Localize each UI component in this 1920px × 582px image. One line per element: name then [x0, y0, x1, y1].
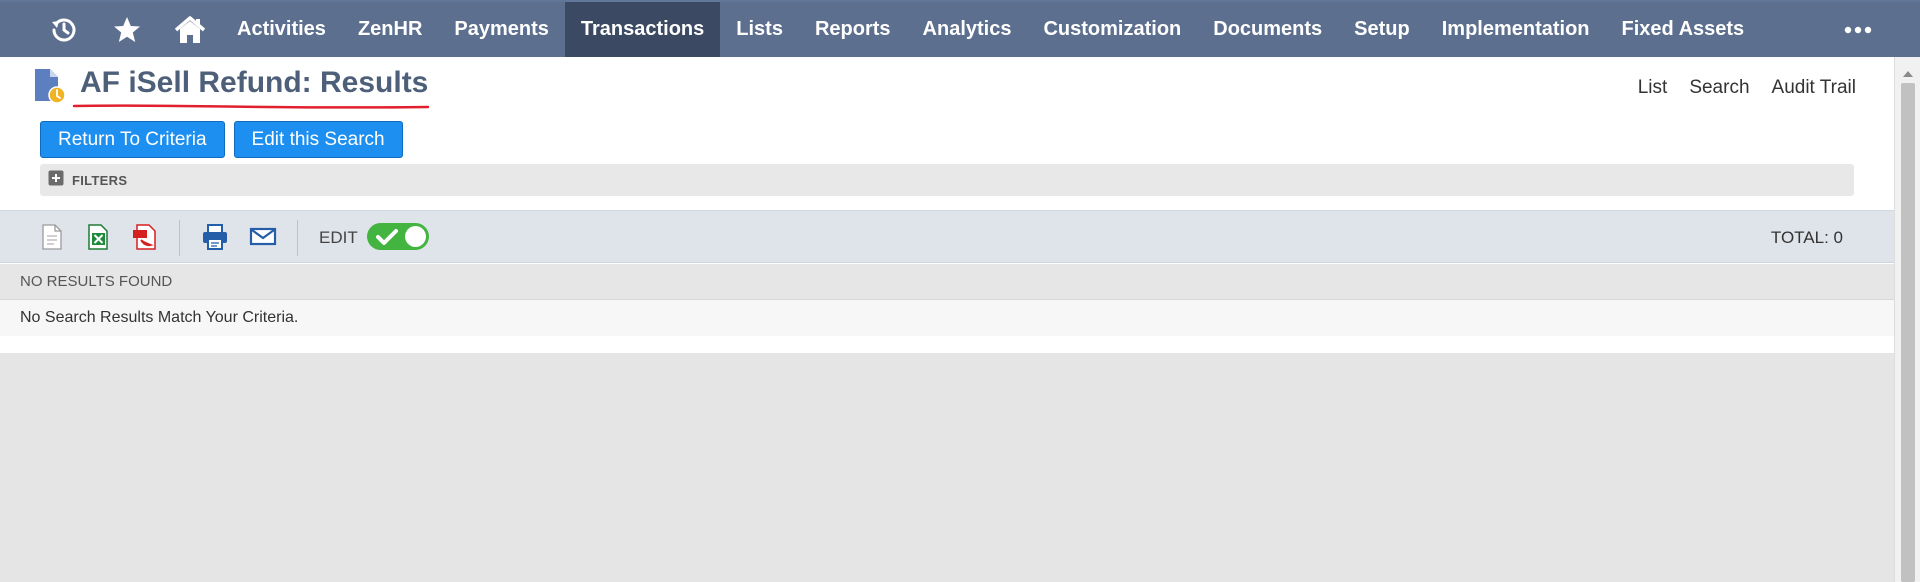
export-csv-icon[interactable] — [40, 224, 64, 255]
nav-item-lists[interactable]: Lists — [720, 2, 799, 57]
nav-item-documents[interactable]: Documents — [1197, 2, 1338, 57]
results-header: NO RESULTS FOUND — [0, 264, 1894, 300]
more-dots-icon[interactable] — [1844, 2, 1872, 57]
edit-toggle[interactable] — [367, 223, 429, 250]
return-to-criteria-button[interactable]: Return To Criteria — [40, 121, 225, 158]
page-header: AF iSell Refund: Results List Search Aud… — [0, 57, 1894, 109]
header-links: List Search Audit Trail — [1638, 77, 1856, 99]
filters-label: FILTERS — [72, 172, 128, 188]
nav-item-zenhr[interactable]: ZenHR — [342, 2, 438, 57]
no-results-message: No Search Results Match Your Criteria. — [0, 300, 1894, 336]
list-link[interactable]: List — [1638, 77, 1668, 99]
main-content: AF iSell Refund: Results List Search Aud… — [0, 57, 1894, 353]
edit-this-search-button[interactable]: Edit this Search — [233, 121, 403, 158]
star-icon[interactable] — [95, 2, 158, 57]
home-icon[interactable] — [158, 2, 221, 57]
edit-label: EDIT — [319, 228, 358, 247]
expand-plus-icon[interactable] — [48, 170, 64, 191]
nav-item-activities[interactable]: Activities — [221, 2, 342, 57]
nav-item-analytics[interactable]: Analytics — [907, 2, 1028, 57]
top-navigation-bar: Activities ZenHR Payments Transactions L… — [0, 0, 1920, 57]
title-red-underline — [72, 97, 430, 115]
filters-bar[interactable]: FILTERS — [40, 164, 1854, 196]
nav-item-reports[interactable]: Reports — [799, 2, 907, 57]
audit-trail-link[interactable]: Audit Trail — [1772, 77, 1856, 99]
vertical-scrollbar[interactable] — [1894, 57, 1920, 582]
page-title: AF iSell Refund: Results — [80, 66, 429, 99]
nav-item-implementation[interactable]: Implementation — [1426, 2, 1606, 57]
nav-item-payments[interactable]: Payments — [438, 2, 565, 57]
action-buttons: Return To Criteria Edit this Search — [40, 121, 403, 158]
checkmark-icon — [376, 228, 398, 251]
toggle-knob — [405, 226, 426, 247]
print-icon[interactable] — [201, 224, 229, 255]
export-excel-icon[interactable] — [86, 224, 110, 255]
total-count: TOTAL: 0 — [1770, 228, 1843, 247]
scrollbar-thumb[interactable] — [1901, 83, 1915, 582]
export-pdf-icon[interactable] — [132, 224, 158, 255]
nav-item-setup[interactable]: Setup — [1338, 2, 1426, 57]
saved-search-record-icon — [33, 68, 67, 109]
nav-item-customization[interactable]: Customization — [1027, 2, 1197, 57]
nav-item-fixed-assets[interactable]: Fixed Assets — [1606, 2, 1761, 57]
nav-item-transactions[interactable]: Transactions — [564, 2, 721, 57]
recent-history-icon[interactable] — [32, 2, 95, 57]
search-link[interactable]: Search — [1689, 77, 1749, 99]
toolbar-separator — [179, 220, 180, 256]
toolbar-separator — [297, 220, 298, 256]
results-toolbar: EDIT TOTAL: 0 — [0, 210, 1894, 263]
email-icon[interactable] — [249, 224, 277, 253]
scroll-up-arrow-icon[interactable] — [1902, 65, 1914, 83]
